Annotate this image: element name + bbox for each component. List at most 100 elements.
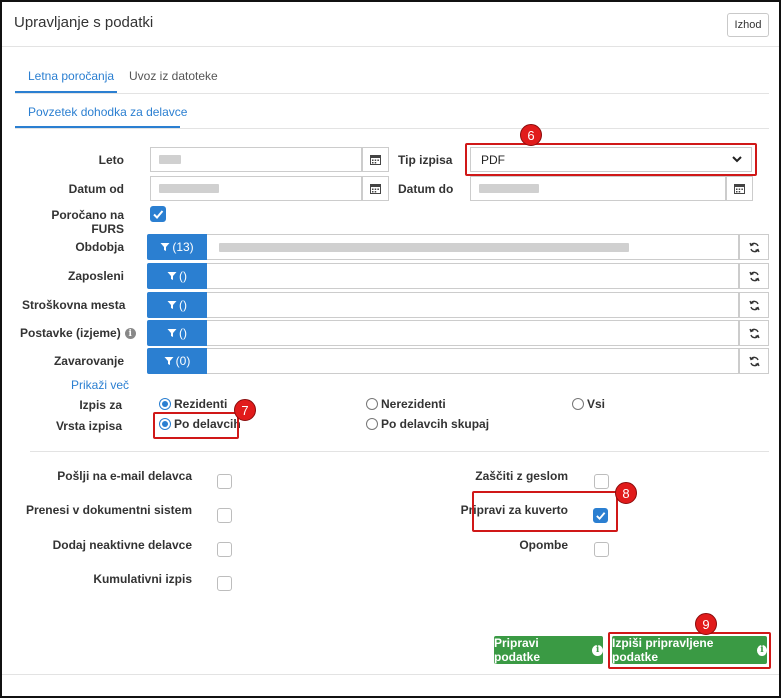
calendar-icon [370, 155, 381, 165]
option-label-dokumentni-sistem: Prenesi v dokumentni sistem [25, 503, 192, 517]
info-icon[interactable]: i [124, 328, 136, 340]
radio-po-delavcih-skupaj[interactable]: Po delavcih skupaj [366, 416, 489, 431]
option-label-geslo: Zaščiti z geslom [475, 469, 568, 483]
tabs-divider [15, 93, 769, 94]
filter-field-zavarovanje[interactable] [207, 348, 739, 374]
callout-box-6 [465, 143, 757, 176]
refresh-button-postavke[interactable] [739, 320, 769, 346]
check-icon [153, 210, 164, 219]
blurred-value [159, 155, 181, 164]
porocano-label: Poročano na FURS [51, 208, 124, 236]
filter-count: () [179, 326, 187, 340]
datum-do-calendar-button[interactable] [726, 176, 753, 201]
blurred-value [219, 243, 629, 252]
leto-label: Leto [98, 153, 124, 167]
filter-icon [167, 301, 177, 309]
subtab-povzetek[interactable]: Povzetek dohodka za delavce [28, 105, 187, 119]
refresh-button-zavarovanje[interactable] [739, 348, 769, 374]
filter-label-obdobja: Obdobja [75, 240, 124, 254]
filter-button-obdobja[interactable]: (13) [147, 234, 207, 260]
refresh-icon [748, 300, 760, 310]
datum-od-calendar-button[interactable] [362, 176, 389, 201]
show-more-link[interactable]: Prikaži več [71, 378, 129, 392]
refresh-button-obdobja[interactable] [739, 234, 769, 260]
filter-button-zaposleni[interactable]: () [147, 263, 207, 289]
calendar-icon [734, 184, 745, 194]
radio-label: Nerezidenti [381, 396, 446, 411]
option-label-neaktivne: Dodaj neaktivne delavce [52, 538, 192, 552]
calendar-icon [370, 184, 381, 194]
filter-button-zavarovanje[interactable]: (0) [147, 348, 207, 374]
exit-button[interactable]: Izhod [727, 13, 769, 37]
option-label-opombe: Opombe [519, 538, 568, 552]
filter-icon [164, 357, 174, 365]
datum-do-input[interactable] [470, 176, 726, 201]
checkbox-dokumentni-sistem[interactable] [217, 508, 232, 523]
filter-icon [167, 272, 177, 280]
radio-label: Vsi [587, 396, 606, 411]
section-divider [30, 451, 769, 452]
radio-button[interactable] [366, 397, 378, 410]
filter-count: (13) [172, 240, 194, 254]
refresh-button-stroskovna-mesta[interactable] [739, 292, 769, 318]
filter-count: (0) [175, 354, 191, 368]
leto-input[interactable] [150, 147, 362, 172]
radio-nerezidenti[interactable]: Nerezidenti [366, 396, 446, 411]
radio-label: Po delavcih skupaj [381, 416, 490, 431]
checkbox-email[interactable] [217, 474, 232, 489]
page-title: Upravljanje s podatki [14, 14, 154, 31]
option-label-kumulativni: Kumulativni izpis [93, 572, 192, 586]
callout-badge-8: 8 [615, 482, 637, 504]
leto-calendar-button[interactable] [362, 147, 389, 172]
checkbox-geslo[interactable] [594, 474, 609, 489]
app-window: Upravljanje s podatki Izhod Letna poroča… [0, 0, 781, 698]
refresh-icon [748, 271, 760, 281]
radio-button[interactable] [572, 397, 584, 410]
filter-field-zaposleni[interactable] [207, 263, 739, 289]
callout-badge-6: 6 [520, 124, 542, 146]
refresh-button-zaposleni[interactable] [739, 263, 769, 289]
filter-count: () [179, 269, 187, 283]
option-label-email: Pošlji na e-mail delavca [57, 469, 192, 483]
radio-label: Rezidenti [174, 396, 228, 411]
checkbox-kumulativni[interactable] [217, 576, 232, 591]
radio-button[interactable] [366, 417, 378, 430]
radio-rezidenti[interactable]: Rezidenti [159, 396, 227, 411]
footer-divider [2, 674, 779, 675]
filter-label-stroskovna-mesta: Stroškovna mesta [22, 298, 126, 312]
datum-od-label: Datum od [68, 182, 124, 196]
filter-field-obdobja[interactable] [207, 234, 739, 260]
radio-button[interactable] [159, 397, 171, 410]
callout-box-7 [153, 412, 239, 439]
filter-label-postavke-wrap: Postavke (izjeme) i [20, 326, 148, 340]
vrsta-izpisa-label: Vrsta izpisa [55, 419, 122, 433]
prepare-data-button[interactable]: Pripravi podatke i [494, 636, 603, 664]
callout-badge-9: 9 [695, 613, 717, 635]
refresh-icon [748, 328, 760, 338]
checkbox-opombe[interactable] [594, 542, 609, 557]
filter-count: () [179, 298, 187, 312]
blurred-value [479, 184, 539, 193]
filter-button-stroskovna-mesta[interactable]: () [147, 292, 207, 318]
datum-od-input[interactable] [150, 176, 362, 201]
header-divider [2, 46, 779, 47]
filter-label-zavarovanje: Zavarovanje [53, 354, 124, 368]
filter-icon [167, 329, 177, 337]
filter-field-stroskovna-mesta[interactable] [207, 292, 739, 318]
tip-izpisa-label: Tip izpisa [398, 153, 453, 167]
filter-button-postavke[interactable]: () [147, 320, 207, 346]
refresh-icon [748, 356, 760, 366]
radio-vsi[interactable]: Vsi [572, 396, 605, 411]
info-icon: i [592, 644, 603, 656]
subtabs-divider [15, 128, 769, 129]
filter-field-postavke[interactable] [207, 320, 739, 346]
refresh-icon [748, 242, 760, 252]
callout-badge-7: 7 [234, 399, 256, 421]
filter-label-zaposleni: Zaposleni [67, 269, 124, 283]
tab-uvoz-iz-datoteke[interactable]: Uvoz iz datoteke [129, 69, 218, 83]
tab-letna-porocanja[interactable]: Letna poročanja [28, 69, 114, 83]
porocano-checkbox[interactable] [150, 206, 166, 222]
checkbox-neaktivne[interactable] [217, 542, 232, 557]
filter-label-postavke: Postavke (izjeme) [20, 326, 121, 340]
callout-box-9 [608, 632, 771, 669]
